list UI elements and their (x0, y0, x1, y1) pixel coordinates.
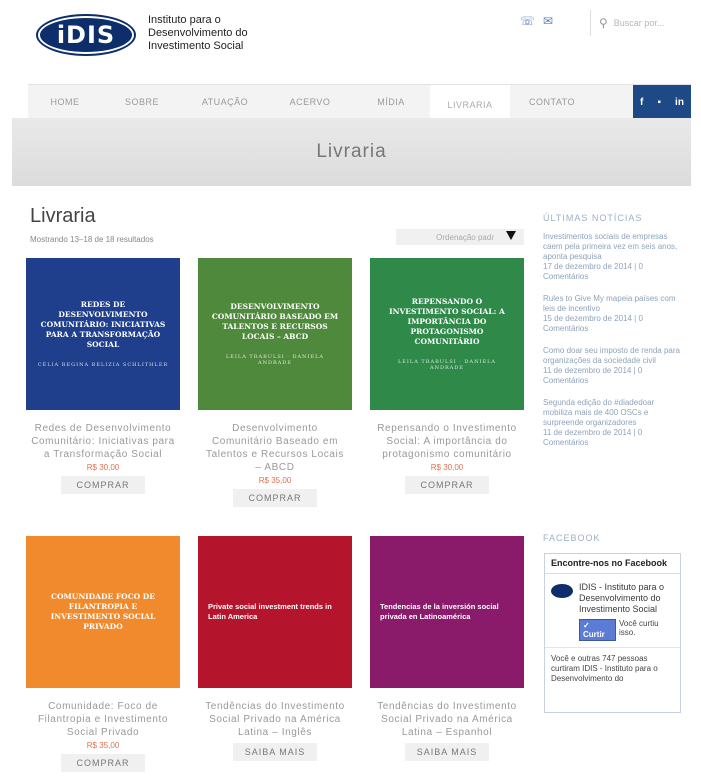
buy-button[interactable]: COMPRAR (61, 754, 145, 772)
news-item: Rules to Give My mapeia países com leis … (543, 294, 683, 334)
nav-item-acervo[interactable]: ACERVO (268, 85, 352, 118)
product-card: Private social investment trends in Lati… (198, 536, 352, 761)
buy-button[interactable]: COMPRAR (405, 476, 489, 494)
sort-select[interactable]: Ordenação padr (396, 229, 524, 245)
cover-title: Redes de Desenvolvimento Comunitário: In… (40, 300, 166, 349)
site-header: iDIS Instituto para o Desenvolvimento do… (0, 0, 701, 84)
product-name[interactable]: Repensando o Investimento Social: A impo… (370, 422, 524, 461)
nav-item-midia[interactable]: MÍDIA (352, 85, 430, 118)
facebook-page-name[interactable]: IDIS - Instituto para o Desenvolvimento … (579, 582, 674, 615)
facebook-like-count: Você e outras 747 pessoas curtiram IDIS … (545, 647, 680, 684)
cover-title: Tendencias de la inversión social privad… (380, 602, 499, 621)
book-cover[interactable]: Comunidade Foco de Filantropia e Investi… (26, 536, 180, 688)
facebook-widget: Encontre-nos no Facebook IDIS - Institut… (544, 553, 681, 713)
product-price: R$ 35,00 (86, 741, 120, 750)
page-title: Livraria (30, 205, 96, 227)
facebook-heading: FACEBOOK (543, 533, 601, 543)
like-status: Você curtiu isso. (619, 619, 659, 637)
more-info-button[interactable]: SAIBA MAIS (233, 743, 317, 761)
facebook-page: IDIS - Instituto para o Desenvolvimento … (545, 574, 680, 615)
cover-title: Comunidade Foco de Filantropia e Investi… (50, 592, 156, 631)
search-input[interactable] (613, 18, 678, 28)
search-box: ⚲ (590, 10, 684, 36)
facebook-like: ✓ Curtir Você curtiu isso. (545, 615, 680, 641)
phone-icon[interactable]: ☏ (520, 14, 535, 28)
nav-item-livraria[interactable]: LIVRARIA (430, 85, 510, 118)
book-cover[interactable]: Repensando o Investimento Social: A impo… (370, 258, 524, 410)
news-heading: ÚLTIMAS NOTÍCIAS (543, 213, 643, 223)
nav-item-atuacao[interactable]: ATUAÇÃO (182, 85, 268, 118)
book-cover[interactable]: Desenvolvimento Comunitário Baseado em T… (198, 258, 352, 410)
search-icon[interactable]: ⚲ (599, 16, 608, 30)
main-nav: HOME SOBRE ATUAÇÃO ACERVO MÍDIA LIVRARIA… (28, 84, 691, 119)
product-name[interactable]: Tendências do Investimento Social Privad… (198, 700, 352, 739)
cover-title: Desenvolvimento Comunitário Baseado em T… (211, 302, 339, 341)
contact-icons: ☏ ✉ (520, 14, 553, 28)
book-cover[interactable]: Redes de Desenvolvimento Comunitário: In… (26, 258, 180, 410)
more-info-button[interactable]: SAIBA MAIS (405, 743, 489, 761)
org-name[interactable]: Instituto para o Desenvolvimento do Inve… (148, 14, 278, 53)
product-price: R$ 30,00 (86, 463, 120, 472)
product-card: Repensando o Investimento Social: A impo… (370, 258, 524, 494)
like-button[interactable]: ✓ Curtir (579, 619, 616, 641)
page-banner: Livraria (12, 118, 691, 186)
news-title[interactable]: Como doar seu imposto de renda para orga… (543, 346, 683, 366)
idis-logo[interactable]: iDIS (40, 18, 132, 52)
news-title[interactable]: Segunda edição do #diadedoar mobiliza ma… (543, 398, 683, 428)
mail-icon[interactable]: ✉ (543, 14, 553, 28)
idis-logo-icon[interactable] (551, 584, 573, 598)
product-name[interactable]: Comunidade: Foco de Filantropia e Invest… (26, 700, 180, 739)
product-name[interactable]: Desenvolvimento Comunitário Baseado em T… (198, 422, 352, 474)
nav-item-home[interactable]: HOME (28, 85, 102, 118)
news-meta: 11 de dezembro de 2014 | 0 Comentários (543, 366, 643, 385)
product-name[interactable]: Tendências do Investimento Social Privad… (370, 700, 524, 739)
product-price: R$ 30,00 (430, 463, 464, 472)
news-item: Investimentos sociais de empresas caem p… (543, 232, 683, 282)
product-card: Comunidade Foco de Filantropia e Investi… (26, 536, 180, 772)
facebook-icon[interactable]: f (640, 97, 643, 108)
news-meta: 17 de dezembro de 2014 | 0 Comentários (543, 262, 643, 281)
buy-button[interactable]: COMPRAR (61, 476, 145, 494)
book-cover[interactable]: Tendencias de la inversión social privad… (370, 536, 524, 688)
news-title[interactable]: Rules to Give My mapeia países com leis … (543, 294, 683, 314)
cover-author: LEILA TRABULSI · DANIELA ANDRADE (225, 354, 325, 366)
product-name[interactable]: Redes de Desenvolvimento Comunitário: In… (26, 422, 180, 461)
product-card: Desenvolvimento Comunitário Baseado em T… (198, 258, 352, 507)
nav-item-contato[interactable]: CONTATO (510, 85, 594, 118)
news-item: Como doar seu imposto de renda para orga… (543, 346, 683, 386)
sort-label: Ordenação padr (436, 232, 494, 242)
news-list: Investimentos sociais de empresas caem p… (543, 232, 683, 460)
banner-title: Livraria (316, 141, 387, 162)
nav-item-sobre[interactable]: SOBRE (102, 85, 182, 118)
cover-author: LEILA TRABULSI · DANIELA ANDRADE (397, 359, 497, 371)
result-count: Mostrando 13–18 de 18 resultados (30, 235, 154, 244)
news-item: Segunda edição do #diadedoar mobiliza ma… (543, 398, 683, 448)
cover-author: CÉLIA REGINA BELIZIA SCHLITHLER (37, 362, 169, 368)
buy-button[interactable]: COMPRAR (233, 489, 317, 507)
social-icon[interactable]: ▪ (657, 97, 661, 108)
dropdown-arrow-icon (506, 231, 516, 240)
news-meta: 15 de dezembro de 2014 | 0 Comentários (543, 314, 643, 333)
product-card: Tendencias de la inversión social privad… (370, 536, 524, 761)
news-meta: 11 de dezembro de 2014 | 0 Comentários (543, 428, 643, 447)
product-price: R$ 35,00 (258, 476, 292, 485)
product-card: Redes de Desenvolvimento Comunitário: In… (26, 258, 180, 494)
cover-title: Private social investment trends in Lati… (208, 602, 332, 621)
cover-title: Repensando o Investimento Social: A impo… (389, 297, 505, 346)
linkedin-icon[interactable]: in (675, 97, 684, 108)
facebook-widget-title[interactable]: Encontre-nos no Facebook (545, 554, 680, 574)
social-links: f ▪ in (633, 85, 691, 119)
book-cover[interactable]: Private social investment trends in Lati… (198, 536, 352, 688)
news-title[interactable]: Investimentos sociais de empresas caem p… (543, 232, 683, 262)
